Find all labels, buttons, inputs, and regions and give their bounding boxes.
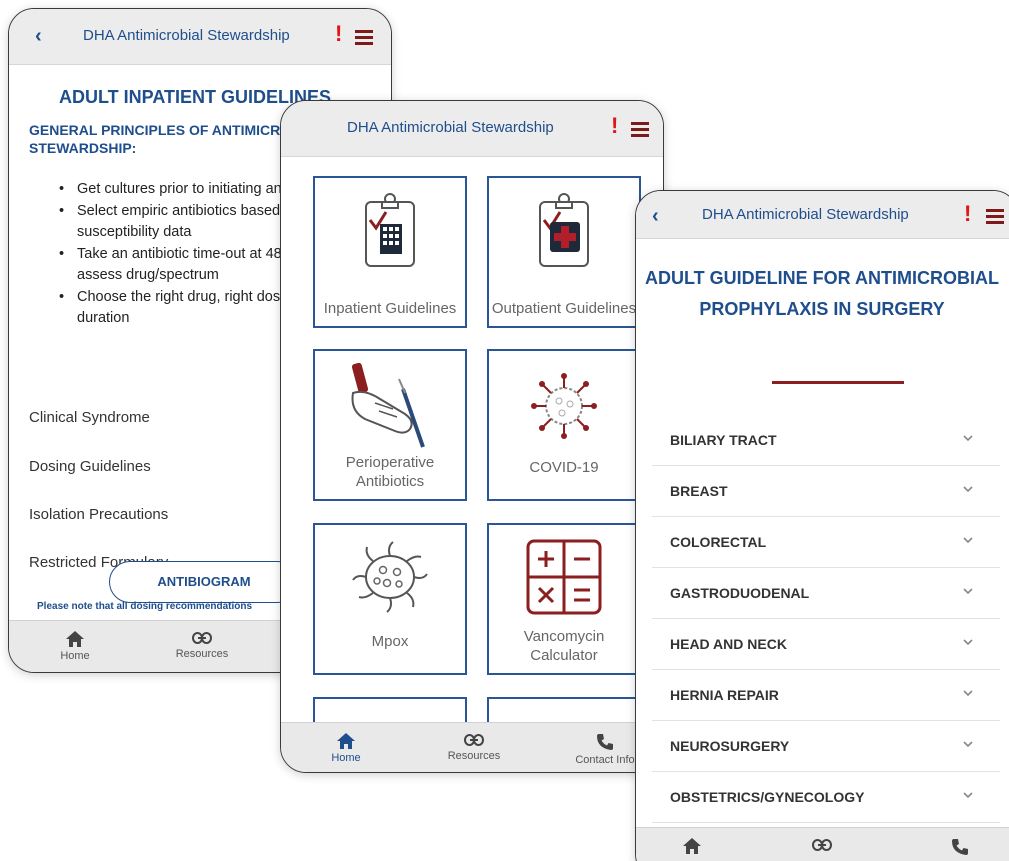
accordion-breast[interactable]: BREAST bbox=[652, 466, 1000, 517]
chevron-down-icon bbox=[963, 792, 973, 799]
back-icon[interactable]: ‹ bbox=[652, 205, 659, 228]
accordion-label: BREAST bbox=[670, 483, 728, 499]
phone-home-screen: DHA Antimicrobial Stewardship ! Inpatien… bbox=[280, 100, 664, 773]
surgery-section-list: BILIARY TRACT BREAST COLORECTAL GASTRODU… bbox=[652, 415, 1000, 823]
home-icon bbox=[337, 733, 355, 749]
link-icon bbox=[464, 734, 484, 746]
app-bar: DHA Antimicrobial Stewardship ! bbox=[281, 101, 663, 157]
nav-resources[interactable]: Resources bbox=[439, 723, 509, 772]
accordion-obstetrics-gynecology[interactable]: OBSTETRICS/GYNECOLOGY bbox=[652, 772, 1000, 823]
phone-icon bbox=[597, 734, 613, 750]
nav-label: Home bbox=[60, 650, 90, 662]
calculator-icon bbox=[526, 539, 602, 615]
nav-home[interactable]: Home bbox=[321, 723, 371, 772]
tile-label: Mpox bbox=[371, 633, 409, 650]
nav-label: Contact Info bbox=[575, 754, 635, 766]
app-title: DHA Antimicrobial Stewardship bbox=[347, 119, 554, 136]
chevron-down-icon bbox=[963, 435, 973, 442]
app-bar: ‹ DHA Antimicrobial Stewardship ! bbox=[636, 191, 1009, 239]
home-icon bbox=[683, 838, 701, 854]
chevron-down-icon bbox=[963, 588, 973, 595]
chevron-down-icon bbox=[963, 639, 973, 646]
coronavirus-icon bbox=[531, 373, 597, 439]
menu-icon[interactable] bbox=[631, 122, 649, 137]
tile-outpatient-guidelines[interactable]: Outpatient Guidelines bbox=[487, 176, 641, 328]
app-bar: ‹ DHA Antimicrobial Stewardship ! bbox=[9, 9, 391, 65]
tile-label: COVID-19 bbox=[529, 459, 599, 476]
accordion-label: HERNIA REPAIR bbox=[670, 687, 779, 703]
app-title: DHA Antimicrobial Stewardship bbox=[83, 27, 290, 44]
nav-contact-info[interactable] bbox=[940, 828, 980, 861]
link-icon bbox=[812, 839, 832, 851]
home-icon bbox=[66, 631, 84, 647]
alert-icon[interactable]: ! bbox=[335, 21, 342, 47]
chevron-down-icon bbox=[963, 486, 973, 493]
tile-perioperative-antibiotics[interactable]: Perioperative Antibiotics bbox=[313, 349, 467, 501]
accordion-label: OBSTETRICS/GYNECOLOGY bbox=[670, 789, 865, 805]
back-icon[interactable]: ‹ bbox=[35, 25, 42, 48]
alert-icon[interactable]: ! bbox=[964, 201, 971, 227]
accordion-hernia-repair[interactable]: HERNIA REPAIR bbox=[652, 670, 1000, 721]
tile-mpox[interactable]: Mpox bbox=[313, 523, 467, 675]
chevron-down-icon bbox=[963, 537, 973, 544]
nav-label: Home bbox=[331, 752, 361, 764]
gloved-hand-scalpel-icon bbox=[351, 362, 425, 448]
accordion-colorectal[interactable]: COLORECTAL bbox=[652, 517, 1000, 568]
link-icon bbox=[192, 632, 212, 644]
tile-label: Inpatient Guidelines bbox=[323, 300, 457, 317]
alert-icon[interactable]: ! bbox=[611, 113, 618, 139]
accordion-label: HEAD AND NECK bbox=[670, 636, 787, 652]
tile-label: Outpatient Guidelines bbox=[491, 300, 637, 317]
tile-label: Vancomycin Calculator bbox=[523, 628, 605, 664]
accordion-label: BILIARY TRACT bbox=[670, 432, 777, 448]
title-divider bbox=[772, 381, 904, 384]
accordion-neurosurgery[interactable]: NEUROSURGERY bbox=[652, 721, 1000, 772]
chevron-down-icon bbox=[963, 690, 973, 697]
clipboard-building-icon bbox=[365, 193, 415, 267]
page-title: ADULT GUIDELINE FOR ANTIMICROBIAL PROPHY… bbox=[645, 268, 999, 319]
clinical-syndrome-link[interactable]: Clinical Syndrome bbox=[29, 409, 150, 426]
tile-inpatient-guidelines[interactable]: Inpatient Guidelines bbox=[313, 176, 467, 328]
accordion-gastroduodenal[interactable]: GASTRODUODENAL bbox=[652, 568, 1000, 619]
app-title: DHA Antimicrobial Stewardship bbox=[702, 206, 909, 223]
tile-covid-19[interactable]: COVID-19 bbox=[487, 349, 641, 501]
chevron-down-icon bbox=[963, 741, 973, 748]
virus-icon bbox=[352, 541, 428, 613]
menu-icon[interactable] bbox=[355, 30, 373, 45]
accordion-head-and-neck[interactable]: HEAD AND NECK bbox=[652, 619, 1000, 670]
nav-label: Resources bbox=[175, 648, 229, 660]
accordion-label: GASTRODUODENAL bbox=[670, 585, 810, 601]
isolation-precautions-link[interactable]: Isolation Precautions bbox=[29, 506, 168, 523]
nav-home[interactable] bbox=[672, 828, 712, 861]
nav-label: Resources bbox=[447, 750, 501, 762]
nav-home[interactable]: Home bbox=[49, 621, 101, 672]
tile-label: Perioperative Antibiotics bbox=[345, 454, 435, 490]
dosing-note: Please note that all dosing recommendati… bbox=[37, 601, 253, 612]
tile-vancomycin-calculator[interactable]: Vancomycin Calculator bbox=[487, 523, 641, 675]
accordion-label: NEUROSURGERY bbox=[670, 738, 790, 754]
antibiogram-button[interactable]: ANTIBIOGRAM bbox=[109, 561, 299, 603]
bottom-nav: Home Resources Contact Info bbox=[281, 722, 663, 772]
clipboard-medical-cross-icon bbox=[539, 193, 589, 267]
accordion-biliary-tract[interactable]: BILIARY TRACT bbox=[652, 415, 1000, 466]
bottom-nav bbox=[636, 827, 1009, 861]
nav-resources[interactable]: Resources bbox=[167, 621, 237, 672]
phone-icon bbox=[952, 839, 968, 855]
menu-icon[interactable] bbox=[986, 209, 1004, 224]
phone-prophylaxis-screen: ‹ DHA Antimicrobial Stewardship ! ADULT … bbox=[635, 190, 1009, 861]
dosing-guidelines-link[interactable]: Dosing Guidelines bbox=[29, 458, 151, 475]
accordion-label: COLORECTAL bbox=[670, 534, 767, 550]
nav-resources[interactable] bbox=[802, 828, 842, 861]
